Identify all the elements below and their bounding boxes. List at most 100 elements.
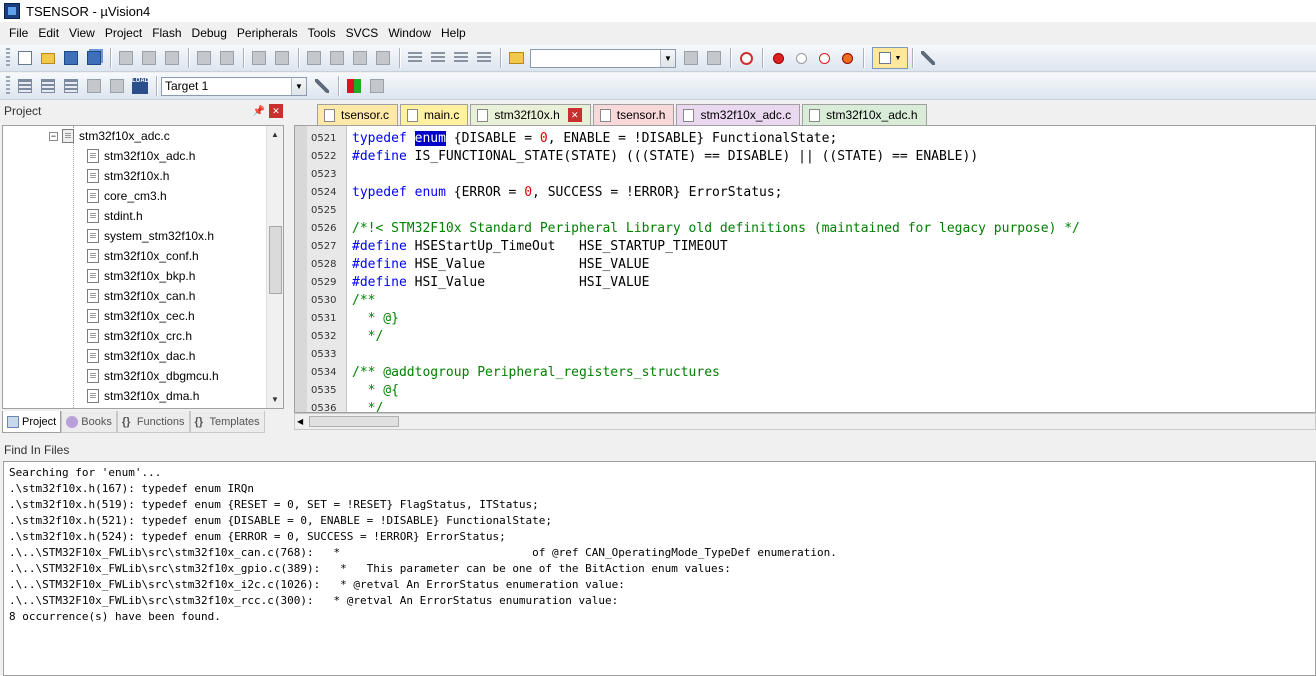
find-in-files-output[interactable]: Searching for 'enum'... .\stm32f10x.h(16… [3,461,1316,676]
code-text[interactable]: */ [347,329,384,344]
target-options-button[interactable] [311,75,333,97]
code-line[interactable]: 0532 */ [295,327,383,345]
find-result-line[interactable]: .\stm32f10x.h(167): typedef enum IRQn [9,481,1315,497]
chevron-down-icon[interactable]: ▼ [660,49,675,67]
editor-tab[interactable]: main.c [400,104,469,125]
editor-tab[interactable]: tsensor.h [592,104,675,125]
tab-project[interactable]: Project [2,411,62,433]
tree-file[interactable]: stm32f10x_adc.h [3,146,283,166]
tree-group[interactable]: − stm32f10x_adc.c [3,126,283,146]
code-line[interactable]: 0531 * @} [295,309,399,327]
bookmark-insert-button[interactable] [303,47,325,69]
download-button[interactable]: LOAD [129,75,151,97]
insert-breakpoint-button[interactable] [767,47,789,69]
bookmark-next-button[interactable] [349,47,371,69]
menu-project[interactable]: Project [100,23,147,43]
comment-button[interactable] [450,47,472,69]
tree-file[interactable]: stm32f10x_dbgmcu.h [3,366,283,386]
save-button[interactable] [60,47,82,69]
manage-components-button[interactable] [343,75,365,97]
code-line[interactable]: 0533 [295,345,352,363]
scroll-up-icon[interactable]: ▲ [267,126,283,143]
redo-button[interactable] [216,47,238,69]
configuration-button[interactable] [917,47,939,69]
find-result-line[interactable]: .\..\STM32F10x_FWLib\src\stm32f10x_gpio.… [9,561,1315,577]
enable-breakpoint-button[interactable] [790,47,812,69]
save-all-button[interactable] [83,47,105,69]
code-line[interactable]: 0523 [295,165,352,183]
uncomment-button[interactable] [473,47,495,69]
target-select[interactable]: Target 1 ▼ [161,76,307,96]
code-line[interactable]: 0528 #define HSE_Value HSE_VALUE [295,255,649,273]
translate-button[interactable] [14,75,36,97]
code-text[interactable]: #define HSEStartUp_TimeOut HSE_STARTUP_T… [347,239,728,254]
rebuild-button[interactable] [60,75,82,97]
code-line[interactable]: 0534 /** @addtogroup Peripheral_registers… [295,363,720,381]
editor-tab[interactable]: stm32f10x_adc.h [802,104,927,125]
tree-file[interactable]: stm32f10x_dac.h [3,346,283,366]
menu-debug[interactable]: Debug [187,23,232,43]
menu-file[interactable]: File [4,23,33,43]
debug-start-button[interactable] [735,47,757,69]
code-editor[interactable]: 0521 typedef enum {DISABLE = 0, ENABLE = … [294,125,1316,413]
tree-file[interactable]: stm32f10x_can.h [3,286,283,306]
menu-view[interactable]: View [64,23,100,43]
menu-edit[interactable]: Edit [33,23,64,43]
open-file-button[interactable] [37,47,59,69]
copy-button[interactable] [138,47,160,69]
find-result-line[interactable]: .\stm32f10x.h(521): typedef enum {DISABL… [9,513,1315,529]
collapse-icon[interactable]: − [49,131,58,141]
pin-icon[interactable]: 📌 [253,106,265,117]
stop-build-button[interactable] [106,75,128,97]
tree-file[interactable]: core_cm3.h [3,186,283,206]
menu-window[interactable]: Window [383,23,436,43]
find-in-files-button[interactable] [505,47,527,69]
tree-file[interactable]: stdint.h [3,206,283,226]
code-text[interactable]: #define HSE_Value HSE_VALUE [347,257,649,272]
tree-file[interactable]: stm32f10x.h [3,166,283,186]
editor-hscrollbar[interactable]: ◀ [294,413,1316,430]
editor-tab-active[interactable]: stm32f10x.h ✕ [470,104,591,125]
menu-help[interactable]: Help [436,23,471,43]
menu-tools[interactable]: Tools [303,23,341,43]
find-result-line[interactable]: .\stm32f10x.h(524): typedef enum {ERROR … [9,529,1315,545]
code-text[interactable]: typedef enum {ERROR = 0, SUCCESS = !ERRO… [347,185,783,200]
close-icon[interactable]: ✕ [567,108,582,122]
code-line[interactable]: 0524 typedef enum {ERROR = 0, SUCCESS = !… [295,183,783,201]
code-text[interactable]: */ [347,401,384,413]
find-result-line[interactable]: .\..\STM32F10x_FWLib\src\stm32f10x_rcc.c… [9,593,1315,609]
code-text[interactable]: * @} [347,311,399,326]
editor-tab[interactable]: tsensor.c [317,104,399,125]
incremental-find-button[interactable] [703,47,725,69]
manage-multi-project-button[interactable] [366,75,388,97]
code-line[interactable]: 0530 /** [295,291,375,309]
tab-books[interactable]: Books [61,411,117,433]
kill-all-breakpoints-button[interactable] [836,47,858,69]
code-text[interactable]: * @{ [347,383,399,398]
code-line[interactable]: 0521 typedef enum {DISABLE = 0, ENABLE = … [295,129,837,147]
scrollbar-thumb[interactable] [269,226,282,294]
find-result-line[interactable]: .\..\STM32F10x_FWLib\src\stm32f10x_i2c.c… [9,577,1315,593]
tree-file[interactable]: stm32f10x_crc.h [3,326,283,346]
tree-file[interactable]: stm32f10x_bkp.h [3,266,283,286]
code-text[interactable]: /** [347,293,375,308]
find-button[interactable] [680,47,702,69]
code-text[interactable]: /** @addtogroup Peripheral_registers_str… [347,365,720,380]
cut-button[interactable] [115,47,137,69]
code-line[interactable]: 0536 */ [295,399,383,413]
tree-file[interactable]: stm32f10x_cec.h [3,306,283,326]
chevron-down-icon[interactable]: ▼ [291,77,306,95]
nav-back-button[interactable] [248,47,270,69]
code-line[interactable]: 0525 [295,201,352,219]
code-line[interactable]: 0522 #define IS_FUNCTIONAL_STATE(STATE) (… [295,147,978,165]
build-button[interactable] [37,75,59,97]
find-result-line[interactable]: .\..\STM32F10x_FWLib\src\stm32f10x_can.c… [9,545,1315,561]
unindent-button[interactable] [427,47,449,69]
code-text[interactable]: typedef enum {DISABLE = 0, ENABLE = !DIS… [347,130,837,146]
menu-peripherals[interactable]: Peripherals [232,23,303,43]
code-text[interactable]: /*!< STM32F10x Standard Peripheral Libra… [347,221,1080,236]
disable-all-breakpoints-button[interactable] [813,47,835,69]
scrollbar-thumb[interactable] [309,416,399,427]
code-line[interactable]: 0527 #define HSEStartUp_TimeOut HSE_START… [295,237,728,255]
code-line[interactable]: 0526 /*!< STM32F10x Standard Peripheral L… [295,219,1080,237]
